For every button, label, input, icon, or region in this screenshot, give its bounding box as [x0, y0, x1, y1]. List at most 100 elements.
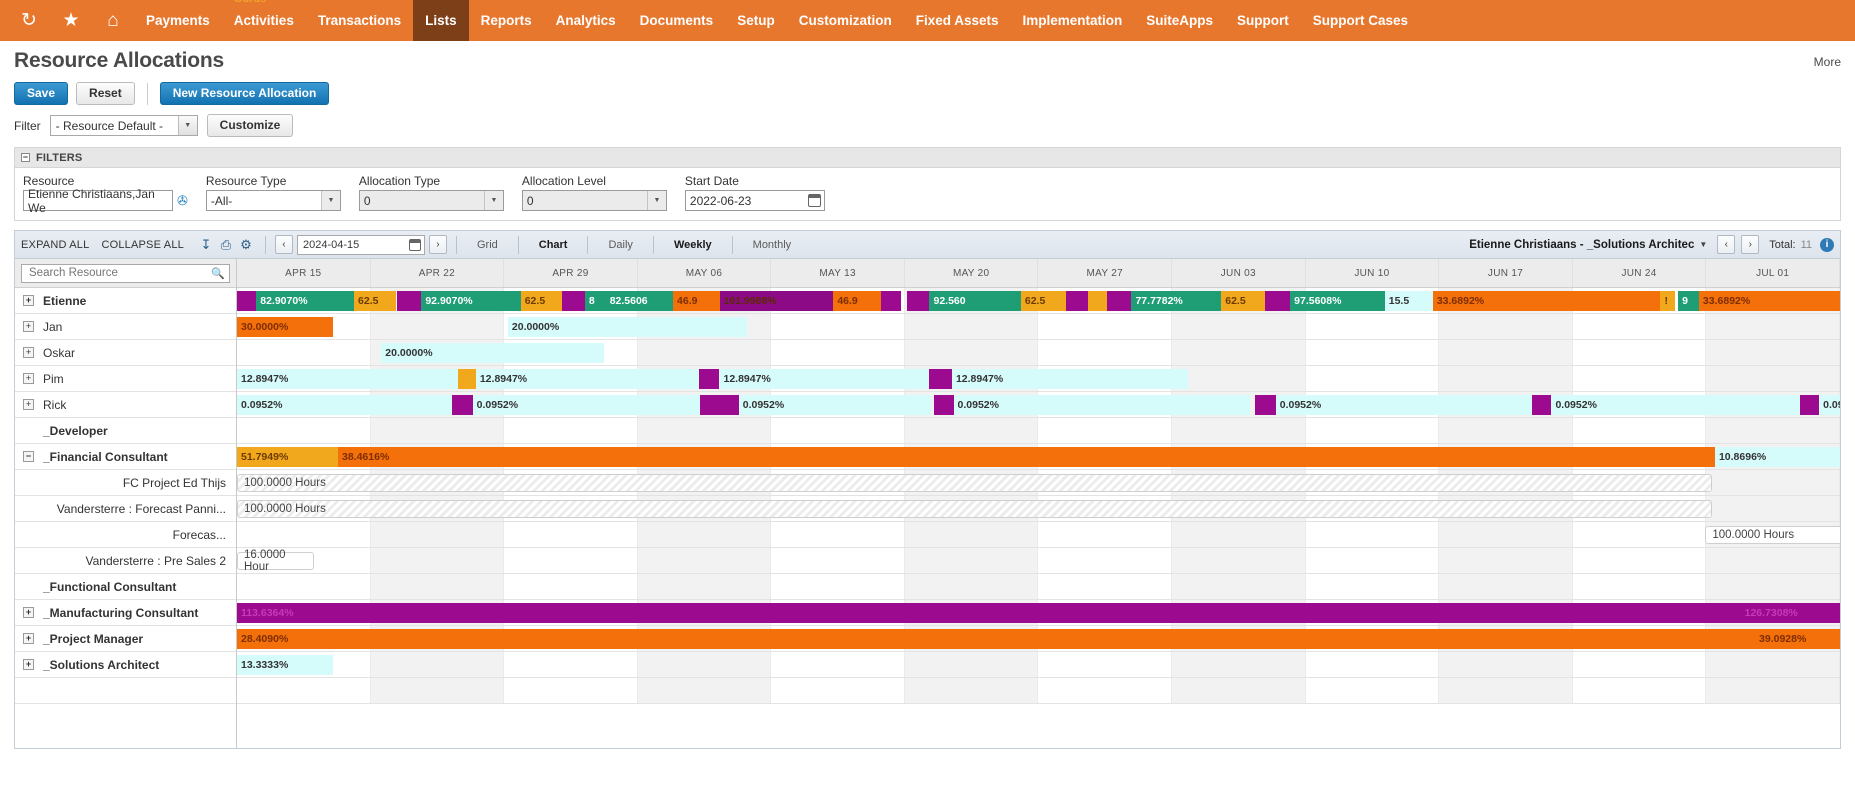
allocation-bar[interactable]: 82.9070%: [256, 291, 355, 311]
nav-item-support-cases[interactable]: Support Cases: [1301, 0, 1420, 41]
allocation-bar[interactable]: [1254, 395, 1276, 415]
filters-section-header[interactable]: − FILTERS: [14, 147, 1841, 168]
resource-row-vandersterre-forecast-panni[interactable]: Vandersterre : Forecast Panni...: [15, 496, 236, 522]
chevron-down-icon[interactable]: ▼: [483, 191, 503, 210]
expand-icon[interactable]: +: [23, 399, 34, 410]
allocation-bar[interactable]: 82.5606: [605, 291, 673, 311]
resource-row-pim[interactable]: + Pim: [15, 366, 236, 392]
nav-item-transactions[interactable]: Transactions: [306, 0, 413, 41]
prev-period-button[interactable]: ‹: [274, 235, 293, 254]
expand-icon[interactable]: +: [23, 321, 34, 332]
resource-row-developer[interactable]: _Developer: [15, 418, 236, 444]
allocation-bar[interactable]: 0.0952%: [237, 395, 452, 415]
resource-row-project-manager[interactable]: + _Project Manager: [15, 626, 236, 652]
reset-button[interactable]: Reset: [76, 82, 135, 105]
home-icon[interactable]: ⌂: [92, 0, 134, 41]
expand-all-link[interactable]: EXPAND ALL: [21, 239, 89, 251]
favorites-star-icon[interactable]: ★: [50, 0, 92, 41]
allocation-bar[interactable]: 28.4090%: [237, 629, 1756, 649]
resource-row-vandersterre-pre-sales-2[interactable]: Vandersterre : Pre Sales 2: [15, 548, 236, 574]
allocation-bar[interactable]: 101.9988%: [719, 291, 834, 311]
allocation-bar[interactable]: 0.09: [1819, 395, 1840, 415]
next-resource-button[interactable]: ›: [1741, 235, 1760, 254]
scale-monthly[interactable]: Monthly: [742, 239, 803, 251]
allocation-bar[interactable]: [397, 291, 422, 311]
resource-row-forecas[interactable]: Forecas...: [15, 522, 236, 548]
gear-icon[interactable]: ⚙: [236, 237, 256, 253]
allocation-bar[interactable]: [458, 369, 476, 389]
nav-item-analytics[interactable]: Analytics: [544, 0, 628, 41]
collapse-minus-icon[interactable]: −: [21, 153, 30, 162]
gantt-date-input[interactable]: 2024-04-15: [296, 234, 425, 255]
allocation-bar[interactable]: [1088, 291, 1108, 311]
allocation-bar[interactable]: 12.8947%: [951, 369, 1188, 389]
save-button[interactable]: Save: [14, 82, 69, 105]
allocation-bar[interactable]: 0.0952%: [1551, 395, 1800, 415]
nav-item-suiteapps[interactable]: SuiteApps: [1134, 0, 1225, 41]
filter-select[interactable]: - Resource Default - ▼: [49, 115, 198, 136]
expand-icon[interactable]: +: [23, 373, 34, 384]
allocation-bar[interactable]: 20.0000%: [507, 317, 747, 337]
nav-item-setup[interactable]: Setup: [725, 0, 787, 41]
selected-resource-label[interactable]: Etienne Christiaans - _Solutions Archite…: [1469, 239, 1694, 251]
resource-row-etienne[interactable]: + Etienne: [15, 288, 236, 314]
allocation-bar[interactable]: 38.4616%: [337, 447, 1715, 467]
download-icon[interactable]: ↧: [196, 237, 216, 253]
resource-row-jan[interactable]: + Jan: [15, 314, 236, 340]
expand-icon[interactable]: +: [23, 659, 34, 670]
allocation-bar[interactable]: 12.8947%: [719, 369, 948, 389]
chevron-down-icon[interactable]: ▼: [1699, 240, 1707, 249]
nav-item-activities[interactable]: Activities: [222, 0, 306, 41]
nav-item-lists[interactable]: Lists: [413, 0, 469, 41]
prev-resource-button[interactable]: ‹: [1717, 235, 1736, 254]
allocation-bar[interactable]: 92.9070%: [421, 291, 521, 311]
allocation-bar[interactable]: 0.0952%: [738, 395, 932, 415]
calendar-icon[interactable]: [408, 238, 421, 251]
scale-weekly[interactable]: Weekly: [663, 239, 723, 251]
next-period-button[interactable]: ›: [428, 235, 447, 254]
filter-field-input[interactable]: 2022-06-23: [684, 190, 825, 211]
nav-item-payments[interactable]: Payments: [134, 0, 222, 41]
recent-records-icon[interactable]: ↻: [8, 0, 50, 41]
allocation-bar[interactable]: [934, 395, 954, 415]
allocation-hours-bar[interactable]: 100.0000 Hours: [237, 500, 1712, 518]
resource-row-oskar[interactable]: + Oskar: [15, 340, 236, 366]
resource-row-financial-consultant[interactable]: − _Financial Consultant: [15, 444, 236, 470]
expand-icon[interactable]: +: [23, 633, 34, 644]
nav-item-reports[interactable]: Reports: [469, 0, 544, 41]
allocation-bar[interactable]: [907, 291, 930, 311]
filter-field-input[interactable]: -All- ▼: [205, 190, 341, 211]
allocation-bar[interactable]: 20.0000%: [381, 343, 605, 363]
filter-field-input[interactable]: Etienne Christiaans,Jan We: [23, 187, 173, 215]
view-mode-grid[interactable]: Grid: [466, 239, 509, 251]
allocation-bar[interactable]: 62.5: [1221, 291, 1265, 311]
expand-icon[interactable]: +: [23, 607, 34, 618]
allocation-hours-bar[interactable]: 100.0000 Hours: [1705, 526, 1840, 544]
view-mode-chart[interactable]: Chart: [528, 239, 579, 251]
allocation-bar[interactable]: [237, 291, 257, 311]
calendar-icon[interactable]: [807, 194, 821, 207]
resource-chooser-icon[interactable]: ✇: [177, 193, 188, 209]
scale-daily[interactable]: Daily: [597, 239, 643, 251]
allocation-bar[interactable]: [451, 395, 473, 415]
expand-icon[interactable]: +: [23, 347, 34, 358]
search-resource-input[interactable]: 🔍: [21, 263, 230, 283]
filter-field-input[interactable]: 0 ▼: [358, 190, 504, 211]
allocation-bar[interactable]: [1799, 395, 1820, 415]
nav-item-support[interactable]: Support: [1225, 0, 1301, 41]
allocation-bar[interactable]: 51.7949%: [237, 447, 338, 467]
more-link[interactable]: More: [1814, 55, 1841, 69]
allocation-bar[interactable]: 62.5: [520, 291, 563, 311]
resource-row-empty[interactable]: [15, 678, 236, 704]
allocation-bar[interactable]: 12.8947%: [237, 369, 459, 389]
allocation-bar[interactable]: !: [1660, 291, 1675, 311]
chevron-down-icon[interactable]: ▼: [646, 191, 666, 210]
allocation-bar[interactable]: 8: [584, 291, 606, 311]
allocation-bar[interactable]: [698, 369, 720, 389]
filter-field-input[interactable]: 0 ▼: [521, 190, 667, 211]
allocation-bar[interactable]: 97.5608%: [1290, 291, 1385, 311]
nav-item-customization[interactable]: Customization: [787, 0, 904, 41]
resource-row-rick[interactable]: + Rick: [15, 392, 236, 418]
allocation-bar[interactable]: 77.7782%: [1131, 291, 1222, 311]
allocation-bar[interactable]: [700, 395, 720, 415]
